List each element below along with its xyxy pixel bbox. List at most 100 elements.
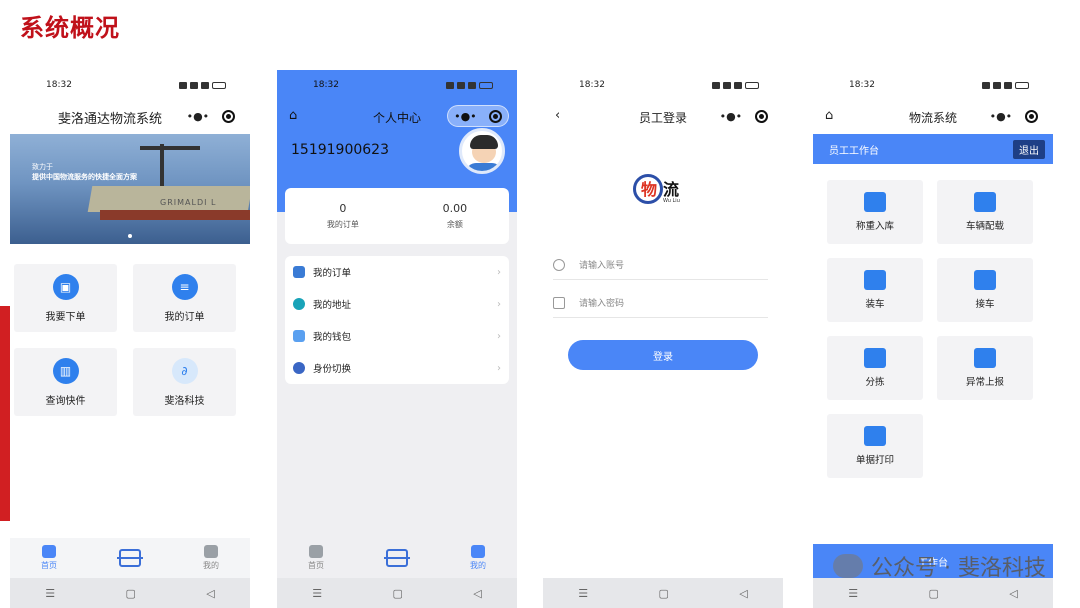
card-label: 单据打印 xyxy=(855,455,894,466)
logout-button[interactable]: 退出 xyxy=(1013,139,1045,159)
user-phone: 15191900623 xyxy=(291,142,389,158)
close-mini-icon[interactable] xyxy=(1025,109,1039,123)
capsule-menu[interactable]: •●• xyxy=(713,105,775,127)
menu-icon[interactable]: ☰ xyxy=(578,587,588,600)
capsule-menu[interactable]: •●• xyxy=(983,105,1045,127)
back-icon[interactable]: ◁ xyxy=(739,587,747,600)
workbench-grid: 称重入库 车辆配载 装车 接车 分拣 异常上报 单据打印 xyxy=(813,164,1053,478)
more-icon[interactable]: •●• xyxy=(454,110,477,123)
chevron-right-icon: › xyxy=(497,266,501,278)
close-mini-icon[interactable] xyxy=(488,109,502,123)
page-title: 员工登录 xyxy=(638,110,687,125)
capsule-menu[interactable]: •●• xyxy=(180,105,242,127)
status-time: 18:32 xyxy=(313,80,339,90)
truck-icon xyxy=(974,270,996,290)
tab-bar: 首页 我的 xyxy=(10,538,250,578)
ship-hull-shape xyxy=(100,210,250,220)
home-square-icon[interactable]: ▢ xyxy=(392,587,402,600)
back-icon[interactable]: ◁ xyxy=(1009,587,1017,600)
card-weigh-in[interactable]: 称重入库 xyxy=(827,180,923,244)
home-icon[interactable]: ⌂ xyxy=(289,108,297,123)
card-label: 分拣 xyxy=(865,377,885,388)
more-icon[interactable]: •●• xyxy=(720,110,743,123)
card-label: 我要下单 xyxy=(45,311,86,323)
scan-icon xyxy=(384,549,410,567)
user-icon xyxy=(553,258,565,271)
card-sorting[interactable]: 分拣 xyxy=(827,336,923,400)
wechat-icon xyxy=(833,554,864,578)
more-icon[interactable]: •●• xyxy=(187,110,210,123)
card-receive-truck[interactable]: 接车 xyxy=(937,258,1033,322)
menu-label: 身份切换 xyxy=(313,364,352,375)
tab-scan[interactable] xyxy=(117,549,143,567)
nav-bar: ⌂ 物流系统 •●• xyxy=(813,100,1053,134)
close-mini-icon[interactable] xyxy=(222,109,236,123)
password-field[interactable]: 请输入密码 xyxy=(553,288,768,318)
menu-icon[interactable]: ☰ xyxy=(45,587,55,600)
status-bar: 18:32 xyxy=(543,70,783,100)
status-icons xyxy=(179,81,226,89)
menu-label: 我的订单 xyxy=(313,268,352,279)
home-icon[interactable]: ⌂ xyxy=(825,108,833,123)
tab-home[interactable]: 首页 xyxy=(41,545,57,571)
tab-mine[interactable]: 我的 xyxy=(470,545,486,571)
system-nav-bar: ☰ ▢ ◁ xyxy=(10,578,250,608)
home-square-icon[interactable]: ▢ xyxy=(125,587,135,600)
card-feiluo-tech[interactable]: ∂ 斐洛科技 xyxy=(133,348,236,416)
card-track-parcel[interactable]: ▥ 查询快件 xyxy=(14,348,117,416)
scan-icon xyxy=(117,549,143,567)
logo-char2: 流 xyxy=(663,180,680,199)
card-label: 称重入库 xyxy=(855,221,894,232)
banner[interactable]: GRIMALDI L 致力于 提供中国物流服务的快捷全面方案 xyxy=(10,134,250,244)
system-nav-bar: ☰ ▢ ◁ xyxy=(543,578,783,608)
card-vehicle-load[interactable]: 车辆配载 xyxy=(937,180,1033,244)
menu-item-switch-role[interactable]: 身份切换 › xyxy=(285,352,509,384)
account-placeholder: 请输入账号 xyxy=(579,261,625,271)
menu-item-wallet[interactable]: 我的钱包 › xyxy=(285,320,509,352)
account-field[interactable]: 请输入账号 xyxy=(553,250,768,280)
stat-orders[interactable]: 0 我的订单 xyxy=(327,202,359,230)
card-my-orders[interactable]: ≡ 我的订单 xyxy=(133,264,236,332)
menu-label: 我的钱包 xyxy=(313,332,352,343)
capsule-menu[interactable]: •●• xyxy=(447,105,509,127)
slide-title: 系统概况 xyxy=(20,14,120,42)
back-icon[interactable]: ◁ xyxy=(473,587,481,600)
menu-item-address[interactable]: 我的地址 › xyxy=(285,288,509,320)
barcode-icon: ▥ xyxy=(52,357,79,384)
card-print-receipt[interactable]: 单据打印 xyxy=(827,414,923,478)
status-time: 18:32 xyxy=(46,80,72,90)
back-arrow-icon[interactable]: ‹ xyxy=(555,108,560,123)
tab-mine[interactable]: 我的 xyxy=(203,545,219,571)
card-loading[interactable]: 装车 xyxy=(827,258,923,322)
menu-item-orders[interactable]: 我的订单 › xyxy=(285,256,509,288)
logo-sub: Wu Liu xyxy=(663,198,680,204)
more-icon[interactable]: •●• xyxy=(990,110,1013,123)
tab-scan[interactable] xyxy=(384,549,410,567)
card-label: 我的订单 xyxy=(164,311,205,323)
back-icon[interactable]: ◁ xyxy=(206,587,214,600)
tab-label: 我的 xyxy=(470,561,486,570)
status-bar: 18:32 xyxy=(813,70,1053,100)
crane-shape xyxy=(160,144,164,189)
nav-bar: 斐洛通达物流系统 •●• xyxy=(10,100,250,134)
lock-icon xyxy=(553,296,565,309)
menu-icon[interactable]: ☰ xyxy=(312,587,322,600)
user-icon xyxy=(204,545,218,558)
home-square-icon[interactable]: ▢ xyxy=(658,587,668,600)
banner-dot[interactable] xyxy=(128,234,132,238)
user-icon xyxy=(471,545,485,558)
card-report-exception[interactable]: 异常上报 xyxy=(937,336,1033,400)
menu-icon[interactable]: ☰ xyxy=(848,587,858,600)
avatar[interactable] xyxy=(459,128,505,174)
tab-label: 我的 xyxy=(203,561,219,570)
link-icon: ∂ xyxy=(171,357,198,384)
watermark: 公众号 · 斐洛科技 xyxy=(833,550,1046,582)
close-mini-icon[interactable] xyxy=(755,109,769,123)
stat-balance[interactable]: 0.00 余额 xyxy=(443,202,468,230)
card-label: 斐洛科技 xyxy=(164,395,205,407)
home-square-icon[interactable]: ▢ xyxy=(928,587,938,600)
login-button[interactable]: 登录 xyxy=(568,340,758,370)
workbench-title: 员工工作台 xyxy=(829,145,879,157)
tab-home[interactable]: 首页 xyxy=(308,545,324,571)
card-place-order[interactable]: ▣ 我要下单 xyxy=(14,264,117,332)
